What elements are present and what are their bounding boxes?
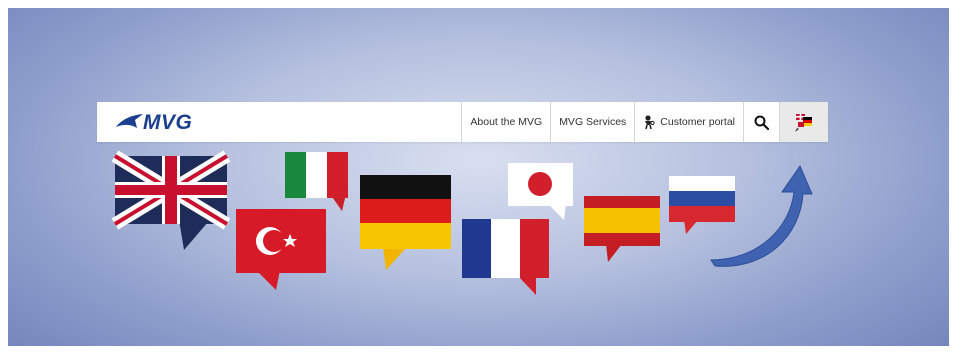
germany-flag-bubble <box>360 175 451 270</box>
russia-flag-bubble <box>669 176 735 234</box>
italy-flag-bubble <box>285 152 348 211</box>
banner-canvas: MVG About the MVG MVG Services Customer … <box>8 8 949 346</box>
flags-illustration <box>111 150 813 295</box>
spain-flag-bubble <box>584 196 660 262</box>
france-flag-bubble <box>462 219 549 295</box>
uk-flag-bubble <box>111 150 231 250</box>
japan-flag-bubble <box>508 163 573 220</box>
turkey-flag-bubble <box>236 209 326 290</box>
